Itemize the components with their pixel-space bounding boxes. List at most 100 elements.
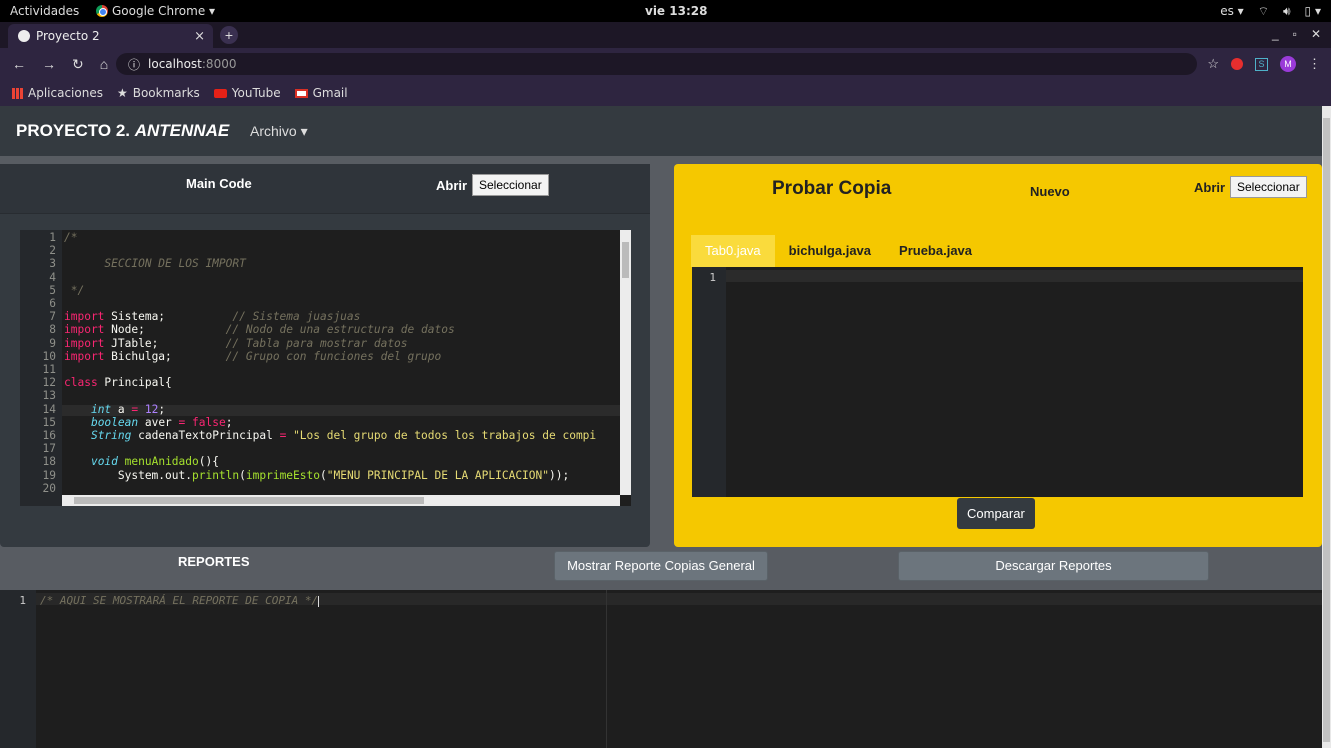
back-arrow-icon[interactable]: ← (12, 56, 26, 73)
editor-vertical-scrollbar[interactable] (620, 230, 631, 495)
language-indicator[interactable]: es ▾ (1220, 4, 1243, 18)
new-tab-button[interactable]: + (220, 26, 238, 44)
app-menu-label: Google Chrome ▾ (112, 4, 216, 18)
code-text: /* (64, 231, 78, 244)
code-text: import Sistema; // Sistema juasjuas (64, 310, 361, 324)
report-editor[interactable]: 1 /* AQUI SE MOSTRARÁ EL REPORTE DE COPI… (0, 590, 1322, 748)
probar-copia-title: Probar Copia (772, 178, 892, 199)
browser-tab-strip: Proyecto 2 × + _ ▫ ✕ (0, 22, 1331, 48)
editor-gutter (692, 267, 726, 497)
editor-horizontal-scrollbar[interactable] (62, 495, 620, 506)
page-favicon-icon (18, 30, 30, 42)
line-number: 15 (42, 415, 56, 429)
print-margin (606, 590, 607, 748)
bookmark-label: Gmail (312, 86, 348, 100)
line-number: 12 (42, 376, 56, 390)
download-reports-button[interactable]: Descargar Reportes (898, 551, 1209, 581)
line-number: 11 (42, 363, 56, 376)
code-text: void menuAnidado(){ (90, 455, 219, 469)
code-text: import Node; // Nodo de una estructura d… (64, 323, 455, 337)
report-text: /* AQUI SE MOSTRARÁ EL REPORTE DE COPIA … (40, 594, 319, 607)
select-file-button[interactable]: Seleccionar (472, 174, 549, 196)
line-number: 1 (19, 594, 26, 607)
code-text: */ (64, 283, 85, 297)
bookmark-bookmarks[interactable]: ★ Bookmarks (117, 86, 200, 100)
line-number: 5 (49, 283, 56, 297)
browser-tab[interactable]: Proyecto 2 × (8, 24, 213, 48)
code-text: System.out.println(imprimeEsto("MENU PRI… (64, 468, 570, 482)
bookmark-apps[interactable]: Aplicaciones (12, 86, 103, 100)
apps-grid-icon (12, 87, 23, 99)
volume-icon: 🔊︎ (1282, 3, 1291, 18)
comparar-button[interactable]: Comparar (957, 498, 1035, 529)
tab-tab0-java[interactable]: Tab0.java (691, 235, 775, 267)
line-number: 13 (42, 389, 56, 403)
line-number: 2 (49, 244, 56, 258)
line-number: 3 (49, 257, 56, 271)
brand-text: PROYECTO 2. (16, 121, 130, 140)
minimize-icon[interactable]: _ (1272, 27, 1279, 41)
bookmark-label: YouTube (231, 86, 281, 100)
line-number: 17 (42, 442, 56, 456)
profile-avatar[interactable]: M (1280, 56, 1296, 72)
nuevo-button[interactable]: Nuevo (1030, 184, 1070, 199)
close-window-icon[interactable]: ✕ (1311, 27, 1321, 41)
bookmark-youtube[interactable]: YouTube (213, 86, 281, 100)
tab-bichulga-java[interactable]: bichulga.java (775, 235, 885, 267)
system-top-bar: Actividades Google Chrome ▾ vie 13:28 es… (0, 0, 1331, 22)
line-number: 19 (42, 468, 56, 482)
abrir-label: Abrir (436, 178, 468, 193)
star-icon: ★ (116, 86, 128, 100)
wifi-icon: ⌔ (1257, 3, 1269, 18)
tab-close-icon[interactable]: × (194, 29, 205, 44)
main-code-editor[interactable]: 1 /* 2 3 SECCION DE LOS IMPORT 4 5 */ 6 7 import… (20, 230, 631, 506)
line-number: 1 (49, 231, 56, 244)
line-number: 8 (49, 323, 56, 337)
line-number: 14 (42, 402, 56, 416)
bookmark-label: Bookmarks (132, 86, 200, 100)
home-icon[interactable]: ⌂ (100, 56, 108, 73)
line-number: 10 (42, 349, 56, 363)
test-code-editor[interactable]: 1 (692, 267, 1303, 497)
line-number: 7 (49, 310, 56, 324)
bookmarks-bar: Aplicaciones ★ Bookmarks YouTube Gmail (0, 80, 1331, 106)
code-text: SECCION DE LOS IMPORT (64, 257, 246, 271)
extension-s-icon[interactable]: S (1255, 57, 1268, 71)
abrir-label: Abrir (1194, 180, 1226, 195)
extension-red-icon[interactable] (1231, 58, 1243, 70)
clock[interactable]: vie 13:28 (645, 4, 707, 18)
chrome-icon (96, 5, 108, 17)
window-controls: _ ▫ ✕ (1272, 27, 1321, 41)
main-code-header: Main Code Abrir Seleccionar (0, 164, 650, 214)
maximize-icon[interactable]: ▫ (1293, 27, 1297, 41)
bookmark-gmail[interactable]: Gmail (294, 86, 348, 100)
battery-icon: ▯ ▾ (1304, 4, 1321, 18)
url-bar[interactable]: ⓘ localhost:8000 (116, 53, 1197, 75)
page-scrollbar[interactable] (1322, 106, 1331, 748)
app-menu[interactable]: Google Chrome ▾ (96, 4, 215, 18)
code-text: String cadenaTextoPrincipal = "Los del g… (90, 429, 597, 442)
extension-icons: ☆ S M ⋮ (1207, 56, 1321, 72)
main-code-panel: Main Code Abrir Seleccionar 1 /* 2 3 SECCIO… (0, 164, 650, 547)
app-navbar: PROYECTO 2. ANTENNAE Archivo ▾ (0, 106, 1322, 156)
line-number: 4 (49, 270, 56, 284)
show-report-button[interactable]: Mostrar Reporte Copias General (554, 551, 768, 581)
info-icon[interactable]: ⓘ (128, 56, 140, 73)
activities-button[interactable]: Actividades (10, 4, 79, 18)
report-content: /* AQUI SE MOSTRARÁ EL REPORTE DE COPIA … (40, 594, 320, 607)
line-number: 16 (42, 429, 56, 442)
system-tray[interactable]: es ▾ ⌔ 🔊︎ ▯ ▾ (1220, 4, 1321, 19)
tab-prueba-java[interactable]: Prueba.java (885, 235, 986, 267)
nav-buttons: ← → ↻ ⌂ (12, 56, 108, 73)
star-bookmark-icon[interactable]: ☆ (1207, 56, 1219, 72)
line-number: 6 (49, 297, 56, 310)
forward-arrow-icon[interactable]: → (42, 56, 56, 73)
reload-icon[interactable]: ↻ (72, 56, 84, 73)
archivo-menu[interactable]: Archivo ▾ (250, 123, 308, 140)
code-text: int a = 12; (90, 402, 166, 416)
select-file-button[interactable]: Seleccionar (1230, 176, 1307, 198)
code-text: import JTable; // Tabla para mostrar dat… (64, 336, 408, 350)
app-brand[interactable]: PROYECTO 2. ANTENNAE (16, 121, 229, 141)
app-content: PROYECTO 2. ANTENNAE Archivo ▾ Main Code… (0, 106, 1322, 748)
kebab-menu-icon[interactable]: ⋮ (1308, 56, 1321, 72)
